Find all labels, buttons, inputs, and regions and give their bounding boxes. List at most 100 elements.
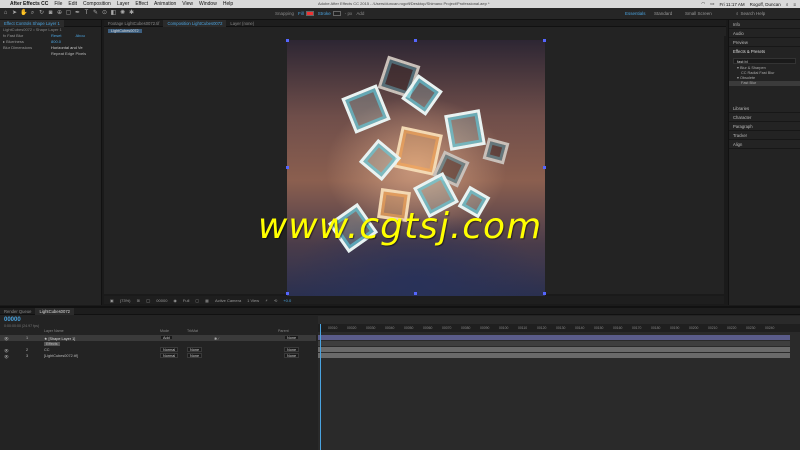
- panel-align[interactable]: Align: [729, 140, 800, 149]
- effects-search-input[interactable]: fast bl: [733, 58, 796, 64]
- app-menu[interactable]: After Effects CC: [10, 1, 48, 7]
- visibility-icon[interactable]: 👁: [4, 336, 9, 341]
- transform-handle[interactable]: [286, 166, 289, 169]
- zoom-select[interactable]: (73%): [120, 298, 131, 303]
- layer-trkmat[interactable]: None: [187, 347, 203, 352]
- layer-name[interactable]: [LightCubes0072.tif]: [44, 354, 78, 358]
- visibility-icon[interactable]: 👁: [4, 354, 9, 359]
- panel-audio[interactable]: Audio: [729, 29, 800, 38]
- transform-handle[interactable]: [414, 39, 417, 42]
- panel-effects-presets[interactable]: Effects & Presets: [729, 47, 800, 56]
- search-help[interactable]: ⌕ Search Help: [736, 10, 796, 17]
- menu-animation[interactable]: Animation: [154, 1, 176, 7]
- menu-help[interactable]: Help: [223, 1, 233, 7]
- tab-effect-controls[interactable]: Effect Controls Shape Layer 1: [0, 19, 64, 27]
- hand-tool-icon[interactable]: ✋: [20, 10, 27, 17]
- snapping-label[interactable]: Snapping: [275, 11, 294, 16]
- home-icon[interactable]: ⌂: [2, 10, 9, 17]
- transform-handle[interactable]: [286, 292, 289, 295]
- fast-preview-icon[interactable]: ⚡: [265, 298, 268, 303]
- panel-tracker[interactable]: Tracker: [729, 131, 800, 140]
- panel-paragraph[interactable]: Paragraph: [729, 122, 800, 131]
- transform-handle[interactable]: [414, 292, 417, 295]
- playhead[interactable]: [320, 324, 321, 450]
- composition-frame[interactable]: [287, 40, 545, 296]
- layer-parent[interactable]: None: [284, 335, 300, 340]
- visibility-icon[interactable]: 👁: [4, 348, 9, 353]
- about-button[interactable]: Abou: [75, 33, 84, 39]
- spotlight-icon[interactable]: ⌕: [786, 2, 789, 7]
- pen-tool-icon[interactable]: ✒: [74, 10, 81, 17]
- transform-handle[interactable]: [543, 166, 546, 169]
- workspace-standard[interactable]: Standard: [654, 11, 672, 16]
- menu-file[interactable]: File: [54, 1, 62, 7]
- layer-trkmat[interactable]: None: [187, 353, 203, 358]
- layer-parent[interactable]: None: [284, 353, 300, 358]
- user-name[interactable]: Rogoff, Duncan: [750, 2, 781, 7]
- stroke-width[interactable]: - px: [345, 11, 353, 16]
- snapshot-icon[interactable]: ◉: [173, 298, 177, 303]
- panel-character[interactable]: Character: [729, 113, 800, 122]
- panel-libraries[interactable]: Libraries: [729, 104, 800, 113]
- clock[interactable]: Fri 11:17 AM: [719, 2, 744, 7]
- transform-handle[interactable]: [286, 39, 289, 42]
- layer-parent[interactable]: None: [284, 347, 300, 352]
- menu-composition[interactable]: Composition: [83, 1, 111, 7]
- tab-composition[interactable]: Composition LightCubes0072: [163, 19, 227, 27]
- stroke-label[interactable]: Stroke: [318, 11, 331, 16]
- layer-bar-shape[interactable]: [318, 335, 790, 340]
- layer-mode[interactable]: Normal: [160, 353, 179, 358]
- workspace-small-screen[interactable]: Small Screen: [685, 11, 712, 16]
- region-of-interest-icon[interactable]: ▢: [195, 298, 199, 303]
- puppet-tool-icon[interactable]: ✱: [128, 10, 135, 17]
- camera-tool-icon[interactable]: ◙: [47, 10, 54, 17]
- eraser-tool-icon[interactable]: ◧: [110, 10, 117, 17]
- menu-view[interactable]: View: [182, 1, 193, 7]
- time-ruler[interactable]: 00010 00020 00030 00040 00050 00060 0007…: [318, 324, 800, 332]
- resolution-select[interactable]: Full: [183, 298, 189, 303]
- timeline-graph[interactable]: 00010 00020 00030 00040 00050 00060 0007…: [318, 316, 800, 450]
- fill-swatch[interactable]: [305, 11, 314, 16]
- exposure-value[interactable]: +0.0: [283, 298, 291, 303]
- panel-preview[interactable]: Preview: [729, 38, 800, 47]
- menu-layer[interactable]: Layer: [117, 1, 130, 7]
- effects-group[interactable]: Effects: [44, 341, 60, 346]
- menu-window[interactable]: Window: [199, 1, 217, 7]
- transform-handle[interactable]: [543, 292, 546, 295]
- clone-tool-icon[interactable]: ⊙: [101, 10, 108, 17]
- table-row[interactable]: 👁 3 [LightCubes0072.tif] Normal None Non…: [0, 353, 316, 359]
- transform-handle[interactable]: [543, 39, 546, 42]
- menu-edit[interactable]: Edit: [68, 1, 77, 7]
- layer-bar-footage[interactable]: [318, 353, 790, 358]
- battery-icon[interactable]: ▭: [710, 1, 714, 7]
- tab-layer[interactable]: Layer (none): [226, 20, 258, 27]
- type-tool-icon[interactable]: T: [83, 10, 90, 17]
- selection-tool-icon[interactable]: ➤: [11, 10, 18, 17]
- tab-timeline-comp[interactable]: LightCubes0072: [35, 307, 74, 315]
- layer-switches[interactable]: ✱ ⁄: [214, 336, 219, 341]
- col-trkmat[interactable]: TrkMat: [187, 329, 198, 333]
- tab-footage[interactable]: Footage LightCubes0072.tif: [104, 20, 163, 27]
- col-layer-name[interactable]: Layer Name: [44, 329, 64, 333]
- composition-viewer[interactable]: [104, 36, 724, 296]
- rectangle-tool-icon[interactable]: ▢: [65, 10, 72, 17]
- stroke-swatch[interactable]: [332, 11, 341, 16]
- comp-subtab[interactable]: LightCubes0072: [108, 29, 142, 33]
- mask-icon[interactable]: ◯: [146, 298, 150, 303]
- zoom-tool-icon[interactable]: ⌕: [29, 10, 36, 17]
- viewer-timecode[interactable]: 00000: [156, 298, 167, 303]
- col-mode[interactable]: Mode: [160, 329, 169, 333]
- wifi-icon[interactable]: ◠: [701, 1, 705, 7]
- layer-name[interactable]: ★ [Shape Layer 1]: [44, 336, 75, 341]
- pan-behind-tool-icon[interactable]: ⊕: [56, 10, 63, 17]
- grid-icon[interactable]: ⊞: [136, 298, 139, 303]
- roto-brush-icon[interactable]: ✺: [119, 10, 126, 17]
- fill-label[interactable]: Fill: [298, 11, 304, 16]
- layer-name[interactable]: CC: [44, 348, 49, 352]
- flowchart-icon[interactable]: ⟲: [274, 298, 277, 303]
- menu-effect[interactable]: Effect: [135, 1, 148, 7]
- timeline-timecode[interactable]: 00000: [4, 317, 21, 323]
- layer-mode[interactable]: Add: [160, 335, 173, 340]
- layer-mode[interactable]: Normal: [160, 347, 179, 352]
- always-preview-icon[interactable]: ▣: [110, 298, 114, 303]
